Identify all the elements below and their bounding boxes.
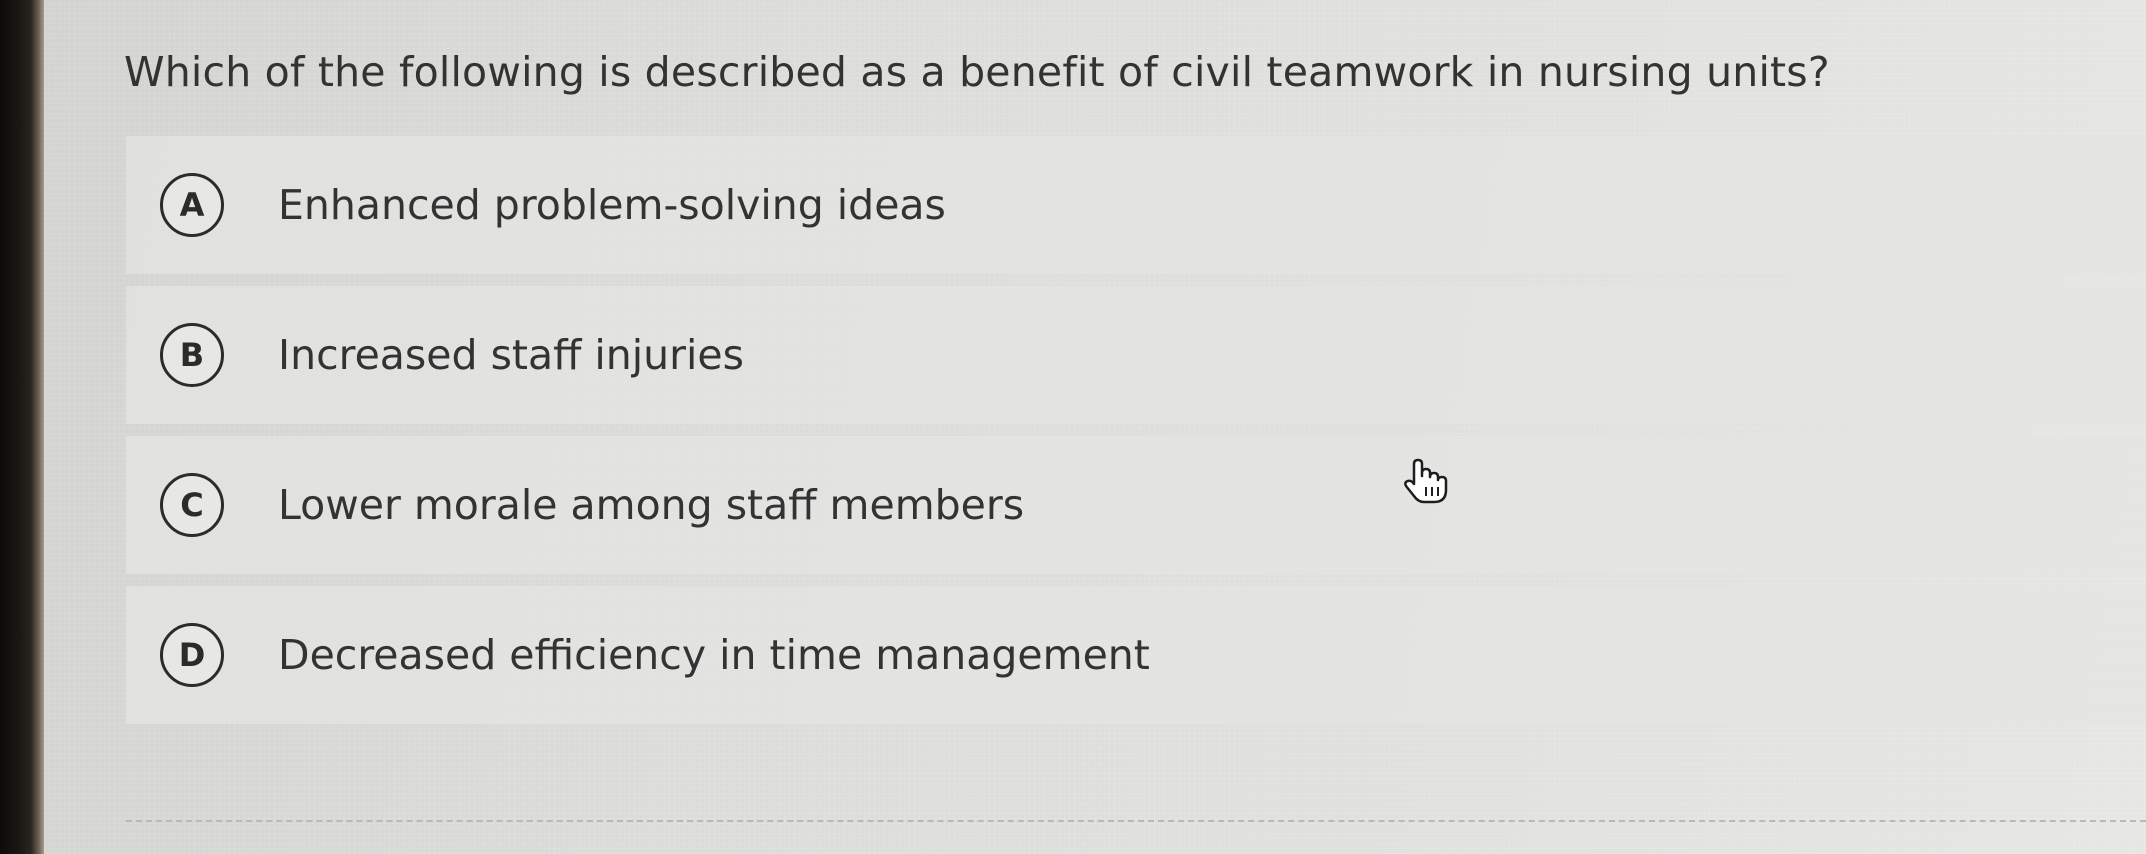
option-a-letter-circle[interactable]: A: [160, 173, 224, 237]
option-d-letter-circle[interactable]: D: [160, 623, 224, 687]
option-c-letter-circle[interactable]: C: [160, 473, 224, 537]
question-text: Which of the following is described as a…: [124, 48, 1830, 96]
option-b-label[interactable]: Increased staff injuries: [278, 331, 744, 379]
pointer-hand-icon: [1400, 456, 1450, 506]
option-a[interactable]: A Enhanced problem-solving ideas: [126, 136, 2146, 274]
option-b-letter-circle[interactable]: B: [160, 323, 224, 387]
option-d-label[interactable]: Decreased efficiency in time management: [278, 631, 1150, 679]
answer-options: A Enhanced problem-solving ideas B Incre…: [126, 136, 2146, 736]
option-b[interactable]: B Increased staff injuries: [126, 286, 2146, 424]
section-divider: [126, 820, 2146, 822]
option-d[interactable]: D Decreased efficiency in time managemen…: [126, 586, 2146, 724]
option-a-label[interactable]: Enhanced problem-solving ideas: [278, 181, 946, 229]
option-c-label[interactable]: Lower morale among staff members: [278, 481, 1024, 529]
monitor-bezel: [0, 0, 44, 854]
option-c[interactable]: C Lower morale among staff members: [126, 436, 2146, 574]
